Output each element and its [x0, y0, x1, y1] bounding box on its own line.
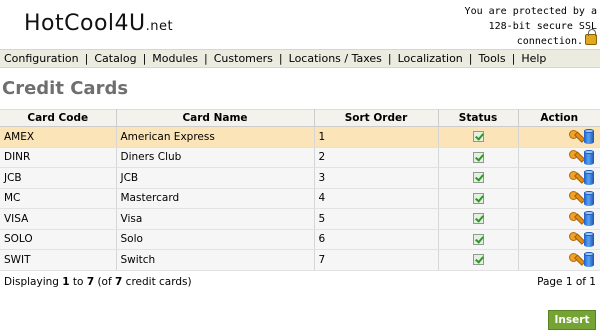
wrench-icon[interactable]: [568, 170, 582, 185]
action-cell: [518, 167, 600, 189]
wrench-icon[interactable]: [568, 191, 582, 205]
card-code-cell: JCB: [0, 167, 117, 189]
database-icon[interactable]: [584, 129, 594, 145]
page-title: Credit Cards: [2, 78, 129, 99]
menu-item-customers[interactable]: Customers: [214, 52, 273, 65]
site-logo[interactable]: HotCool4U.net: [24, 11, 173, 36]
lock-icon: [585, 29, 597, 45]
card-name-cell: American Express: [116, 126, 315, 148]
header-card-code[interactable]: Card Code: [0, 109, 117, 127]
header-sort-order[interactable]: Sort Order: [314, 109, 439, 127]
card-name-cell: Diners Club: [116, 147, 315, 168]
wrench-icon[interactable]: [568, 252, 582, 267]
action-cell: [518, 249, 600, 271]
card-code-cell: SOLO: [0, 229, 117, 250]
table-header-row: Card Code Card Name Sort Order Status Ac…: [0, 109, 600, 127]
table-row[interactable]: SWIT Switch 7: [0, 249, 600, 271]
menu-separator: |: [84, 52, 89, 65]
database-icon[interactable]: [584, 190, 594, 206]
action-cell: [518, 208, 600, 230]
card-name-cell: Switch: [116, 249, 315, 271]
card-code-cell: SWIT: [0, 249, 117, 271]
check-icon[interactable]: [472, 172, 484, 184]
menu-item-tools[interactable]: Tools: [479, 52, 506, 65]
ssl-line-1: You are protected by a: [464, 6, 597, 17]
main-menu: Configuration | Catalog | Modules | Customers |…: [0, 49, 600, 68]
status-cell: [438, 126, 519, 148]
ssl-notice: You are protected by a 128-bit secure SS…: [447, 4, 597, 49]
menu-separator: |: [204, 52, 208, 65]
header-action: Action: [518, 109, 600, 127]
displaying-count: Displaying 1 to 7 (of 7 credit cards): [4, 276, 192, 288]
sort-order-cell: 3: [314, 167, 439, 189]
wrench-icon[interactable]: [568, 150, 582, 164]
sort-order-cell: 1: [314, 126, 439, 148]
database-icon[interactable]: [584, 252, 594, 268]
sort-order-cell: 7: [314, 249, 439, 271]
table-row[interactable]: DINR Diners Club 2: [0, 147, 600, 168]
card-name-cell: Mastercard: [116, 188, 315, 209]
menu-separator: |: [278, 52, 283, 65]
pagination-bar: Displaying 1 to 7 (of 7 credit cards) Pa…: [0, 274, 600, 290]
menu-separator: |: [142, 52, 147, 65]
card-name-cell: Visa: [116, 208, 315, 230]
sort-order-cell: 5: [314, 208, 439, 230]
status-cell: [438, 188, 519, 209]
table-row[interactable]: MC Mastercard 4: [0, 188, 600, 209]
action-cell: [518, 188, 600, 209]
header-card-name[interactable]: Card Name: [116, 109, 315, 127]
menu-item-catalog[interactable]: Catalog: [94, 52, 136, 65]
check-icon[interactable]: [472, 213, 484, 225]
menu-item-help[interactable]: Help: [521, 52, 546, 65]
database-icon[interactable]: [584, 170, 594, 186]
menu-separator: |: [468, 52, 473, 65]
action-cell: [518, 229, 600, 250]
card-code-cell: DINR: [0, 147, 117, 168]
menu-item-configuration[interactable]: Configuration: [4, 52, 79, 65]
status-cell: [438, 229, 519, 250]
database-icon[interactable]: [584, 149, 594, 165]
action-cell: [518, 147, 600, 168]
check-icon[interactable]: [472, 254, 484, 266]
card-code-cell: VISA: [0, 208, 117, 230]
menu-separator: |: [511, 52, 516, 65]
status-cell: [438, 147, 519, 168]
check-icon[interactable]: [472, 131, 484, 143]
menu-item-modules[interactable]: Modules: [152, 52, 198, 65]
table-row[interactable]: AMEX American Express 1: [0, 126, 600, 148]
check-icon[interactable]: [472, 151, 484, 163]
check-icon[interactable]: [472, 192, 484, 204]
ssl-line-3: connection.: [516, 36, 583, 47]
menu-item-localization[interactable]: Localization: [398, 52, 463, 65]
status-cell: [438, 249, 519, 271]
sort-order-cell: 6: [314, 229, 439, 250]
ssl-line-2: 128-bit secure SSL: [488, 21, 597, 32]
status-cell: [438, 167, 519, 189]
action-cell: [518, 126, 600, 148]
menu-separator: |: [387, 52, 392, 65]
menu-item-locations-taxes[interactable]: Locations / Taxes: [289, 52, 382, 65]
credit-cards-table: Card Code Card Name Sort Order Status Ac…: [0, 109, 600, 271]
wrench-icon[interactable]: [568, 232, 582, 246]
sort-order-cell: 4: [314, 188, 439, 209]
page-info: Page 1 of 1: [537, 276, 596, 288]
insert-button[interactable]: Insert: [548, 310, 596, 330]
wrench-icon[interactable]: [568, 211, 582, 226]
card-code-cell: MC: [0, 188, 117, 209]
header-status[interactable]: Status: [438, 109, 519, 127]
table-row[interactable]: JCB JCB 3: [0, 167, 600, 189]
database-icon[interactable]: [584, 211, 594, 227]
card-code-cell: AMEX: [0, 126, 117, 148]
table-row[interactable]: VISA Visa 5: [0, 208, 600, 230]
logo-main-text: HotCool4U: [24, 11, 146, 36]
wrench-icon[interactable]: [568, 129, 582, 144]
logo-suffix-text: .net: [145, 19, 174, 34]
status-cell: [438, 208, 519, 230]
sort-order-cell: 2: [314, 147, 439, 168]
card-name-cell: Solo: [116, 229, 315, 250]
check-icon[interactable]: [472, 233, 484, 245]
database-icon[interactable]: [584, 231, 594, 247]
card-name-cell: JCB: [116, 167, 315, 189]
table-row[interactable]: SOLO Solo 6: [0, 229, 600, 250]
